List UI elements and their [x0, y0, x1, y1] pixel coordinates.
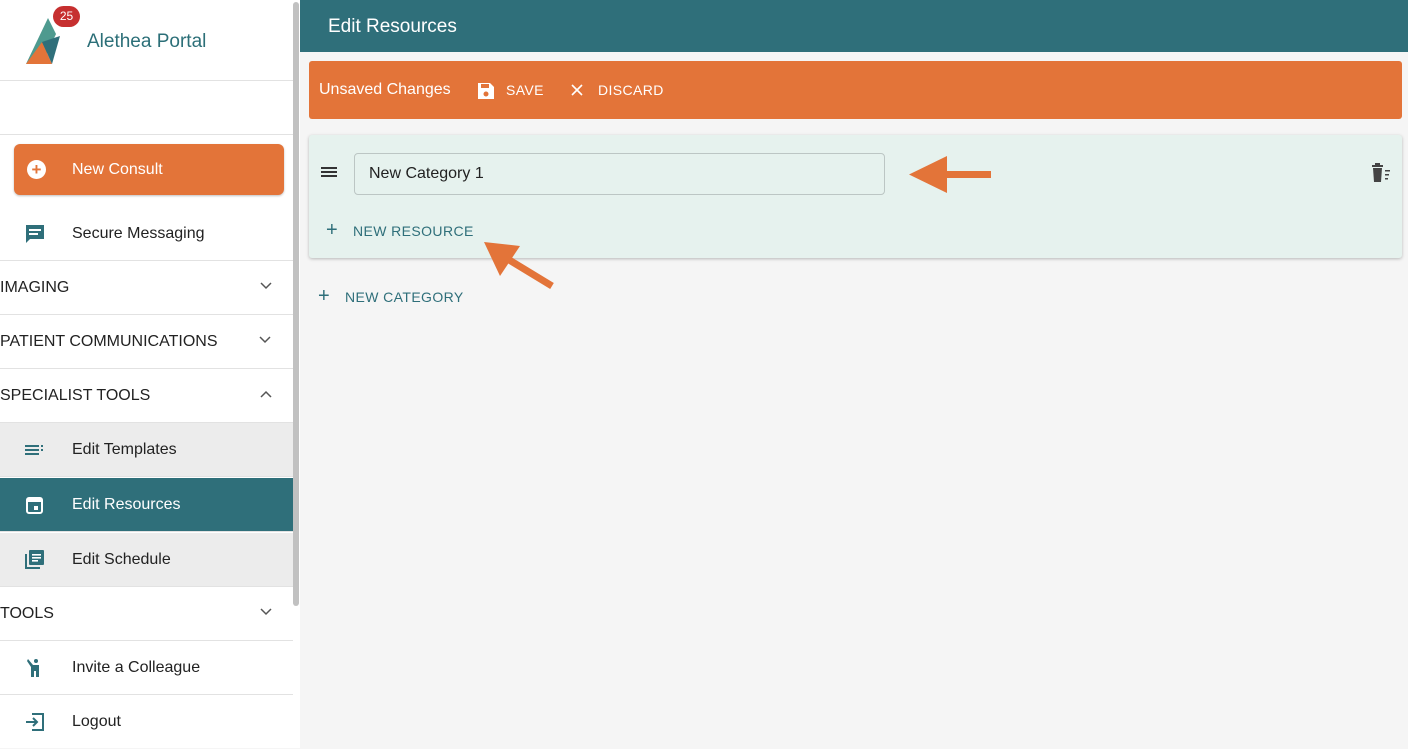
- category-card: + NEW RESOURCE: [309, 135, 1402, 258]
- sidebar-item-invite[interactable]: Invite a Colleague: [0, 641, 293, 695]
- list-icon: [25, 445, 43, 455]
- sidebar-item-logout[interactable]: Logout: [0, 695, 293, 749]
- discard-label: DISCARD: [598, 82, 664, 98]
- category-name-input[interactable]: [354, 153, 885, 195]
- chevron-down-icon: [259, 336, 271, 344]
- app-title: Alethea Portal: [87, 31, 207, 52]
- section-label: SPECIALIST TOOLS: [0, 387, 151, 404]
- sidebar-scrollbar[interactable]: [293, 2, 299, 606]
- brand-header[interactable]: 25 Alethea Portal: [0, 0, 293, 81]
- new-resource-label: NEW RESOURCE: [353, 223, 474, 239]
- sidebar-item-secure-messaging[interactable]: Secure Messaging: [0, 207, 293, 261]
- plus-icon: +: [318, 285, 330, 307]
- section-imaging[interactable]: IMAGING: [0, 261, 293, 315]
- unsaved-changes-bar: Unsaved Changes SAVE DISCARD: [309, 61, 1402, 119]
- section-label: TOOLS: [0, 605, 54, 622]
- library-books-icon: [25, 550, 44, 569]
- sidebar-item-edit-schedule[interactable]: Edit Schedule: [0, 533, 293, 587]
- sidebar-item-label: Logout: [72, 713, 121, 730]
- sidebar-item-label: Invite a Colleague: [72, 659, 201, 676]
- new-resource-button[interactable]: + NEW RESOURCE: [326, 219, 496, 241]
- sidebar-item-label: Edit Schedule: [72, 551, 171, 568]
- chevron-up-icon: [260, 390, 272, 398]
- sidebar-item-edit-resources[interactable]: Edit Resources: [0, 478, 293, 532]
- sidebar: 25 Alethea Portal + New Consult Secure M…: [0, 0, 293, 748]
- section-label: IMAGING: [0, 279, 70, 296]
- close-icon: [571, 84, 583, 96]
- new-consult-label: New Consult: [72, 161, 163, 178]
- plus-circle-icon: +: [27, 160, 46, 179]
- sidebar-item-label: Edit Templates: [72, 441, 177, 458]
- new-category-label: NEW CATEGORY: [345, 289, 464, 305]
- section-label: PATIENT COMMUNICATIONS: [0, 333, 218, 350]
- page-header: Edit Resources: [300, 0, 1408, 52]
- save-label: SAVE: [506, 82, 544, 98]
- notification-badge[interactable]: 25: [53, 6, 80, 27]
- drag-handle-icon[interactable]: [321, 165, 337, 179]
- logout-icon: [26, 713, 44, 731]
- chevron-down-icon: [260, 282, 272, 290]
- floppy-disk-icon: [478, 83, 494, 99]
- delete-sweep-icon[interactable]: [1372, 163, 1390, 183]
- new-category-button[interactable]: + NEW CATEGORY: [318, 285, 478, 307]
- chat-bubble-icon: [26, 225, 44, 243]
- chevron-down-icon: [260, 608, 272, 616]
- sidebar-spacer: [0, 80, 293, 135]
- section-tools[interactable]: TOOLS: [0, 587, 293, 641]
- annotation-arrow-left-icon: [909, 156, 991, 193]
- section-patient-communications[interactable]: PATIENT COMMUNICATIONS: [0, 315, 293, 369]
- person-raising-hand-icon: [27, 659, 39, 677]
- calendar-icon: [26, 497, 43, 514]
- unsaved-changes-text: Unsaved Changes: [319, 81, 451, 98]
- new-consult-button[interactable]: + New Consult: [14, 144, 284, 195]
- section-specialist-tools[interactable]: SPECIALIST TOOLS: [0, 369, 293, 423]
- sidebar-item-label: Secure Messaging: [72, 225, 205, 242]
- page-title: Edit Resources: [328, 16, 457, 37]
- plus-icon: +: [326, 219, 338, 241]
- sidebar-item-label: Edit Resources: [72, 496, 181, 513]
- sidebar-item-edit-templates[interactable]: Edit Templates: [0, 423, 293, 477]
- annotation-arrow-diagonal-icon: [484, 242, 554, 289]
